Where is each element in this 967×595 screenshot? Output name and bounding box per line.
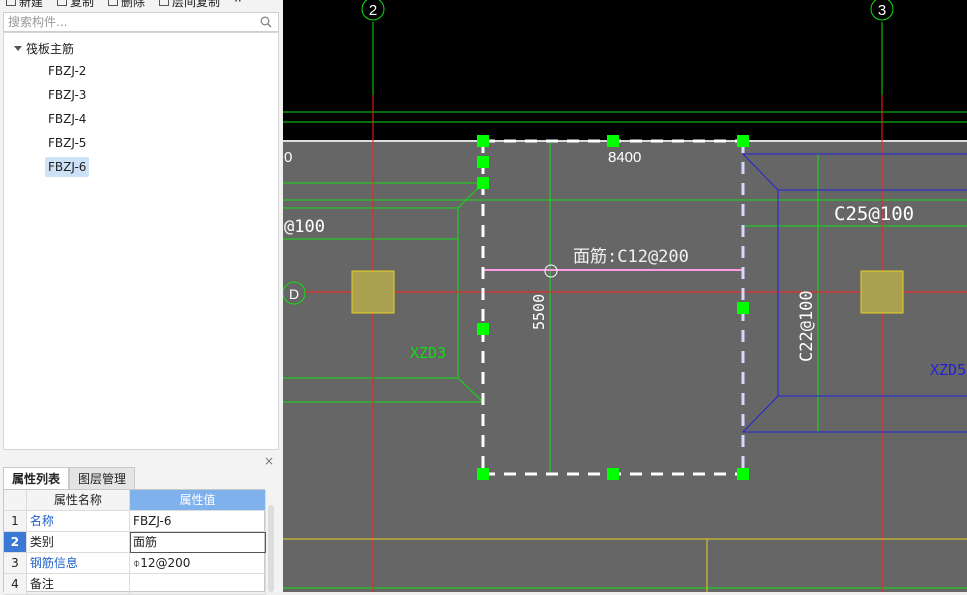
tree-item-fbzj-4[interactable]: FBZJ-4 (45, 109, 89, 129)
expand-triangle-icon[interactable] (14, 46, 22, 51)
property-value[interactable]: 面筋 (130, 532, 266, 553)
copy-button[interactable]: 复制 (57, 0, 94, 8)
grip-handle (477, 177, 489, 189)
column-right[interactable] (860, 270, 904, 314)
floor-copy-icon (159, 0, 170, 6)
top-black-area (283, 0, 967, 141)
rebar-label-xzd3: XZD3 (410, 344, 446, 362)
grip-handle (607, 135, 619, 147)
tab-layer-management[interactable]: 图层管理 (69, 467, 136, 490)
axis-label-d: D (289, 286, 299, 302)
row-index: 1 (4, 511, 27, 532)
tree-root-raft-main-rebar[interactable]: 筏板主筋 (14, 40, 74, 57)
delete-button[interactable]: 删除 (108, 0, 145, 8)
rebar-label-c22-100: C22@100 (797, 290, 817, 362)
row-index: 2 (4, 532, 27, 553)
column-left[interactable] (351, 270, 395, 314)
property-name: 钢筋信息 (26, 553, 131, 574)
axis-label-2: 2 (369, 2, 377, 19)
property-table-header: 属性名称 属性值 (4, 490, 266, 511)
property-scrollbar[interactable] (268, 505, 274, 592)
grip-handle (477, 156, 489, 168)
grip-handle (477, 135, 489, 147)
index-header (4, 490, 27, 511)
rebar-label-xzd5: XZD5 (930, 361, 966, 379)
floor-copy-button[interactable]: 层间复制 (159, 0, 220, 8)
grip-handle (607, 468, 619, 480)
rebar-label-c25-100: C25@100 (834, 203, 914, 225)
grip-handle (477, 323, 489, 335)
axis-label-3: 3 (878, 2, 886, 19)
component-toolbar: 新建 复制 删除 层间复制 ·· (0, 0, 288, 8)
property-value[interactable]: FBZJ-6 (130, 511, 266, 532)
rebar-label-left-fragment: @100 (284, 217, 325, 237)
row-index: 3 (4, 553, 27, 574)
grip-handle (477, 468, 489, 480)
property-name: 类别 (26, 532, 131, 553)
tree-item-fbzj-5[interactable]: FBZJ-5 (45, 133, 89, 153)
search-icon[interactable] (260, 16, 272, 28)
selected-rebar-label: 面筋:C12@200 (573, 247, 689, 267)
tree-root-label: 筏板主筋 (26, 42, 75, 56)
more-button[interactable]: ·· (234, 0, 242, 8)
new-button[interactable]: 新建 (6, 0, 43, 8)
dimension-fragment-left: 0 (284, 149, 292, 166)
property-value[interactable]: ⌽12@200 (130, 553, 266, 574)
tree-item-fbzj-2[interactable]: FBZJ-2 (45, 61, 89, 81)
property-table: 属性名称 属性值 1 名称 FBZJ-6 2 类别 面筋 3 钢筋信息 ⌽12@… (3, 489, 266, 595)
dimension-5500: 5500 (530, 294, 548, 330)
tab-property-list[interactable]: 属性列表 (3, 467, 70, 490)
tree-item-fbzj-3[interactable]: FBZJ-3 (45, 85, 89, 105)
new-icon (6, 0, 16, 6)
grip-handle (737, 135, 749, 147)
panel-close-icon[interactable]: × (264, 454, 274, 468)
grip-handle (737, 468, 749, 480)
tree-item-fbzj-6[interactable]: FBZJ-6 (45, 157, 90, 177)
copy-icon (57, 0, 68, 6)
component-panel: 新建 复制 删除 层间复制 ·· 筏板主筋 FBZJ-2 FBZJ-3 FBZJ… (0, 0, 282, 595)
table-row[interactable]: 3 钢筋信息 ⌽12@200 (4, 553, 266, 574)
delete-icon (108, 0, 119, 6)
grip-handle (737, 302, 749, 314)
property-value-header: 属性值 (130, 490, 266, 511)
property-name-header: 属性名称 (26, 490, 131, 511)
cad-drawing-canvas[interactable]: 2 3 D 0 @100 XZD3 XZD5 C25@100 C22@100 8… (283, 0, 967, 592)
property-name: 名称 (26, 511, 131, 532)
dimension-8400: 8400 (608, 149, 641, 166)
component-tree: 筏板主筋 FBZJ-2 FBZJ-3 FBZJ-4 FBZJ-5 FBZJ-6 (3, 32, 279, 450)
search-box (3, 12, 279, 32)
table-row[interactable]: 2 类别 面筋 (4, 532, 266, 553)
search-input[interactable] (4, 13, 252, 31)
table-row[interactable]: 1 名称 FBZJ-6 (4, 511, 266, 532)
property-tabs: 属性列表 图层管理 (3, 467, 136, 490)
